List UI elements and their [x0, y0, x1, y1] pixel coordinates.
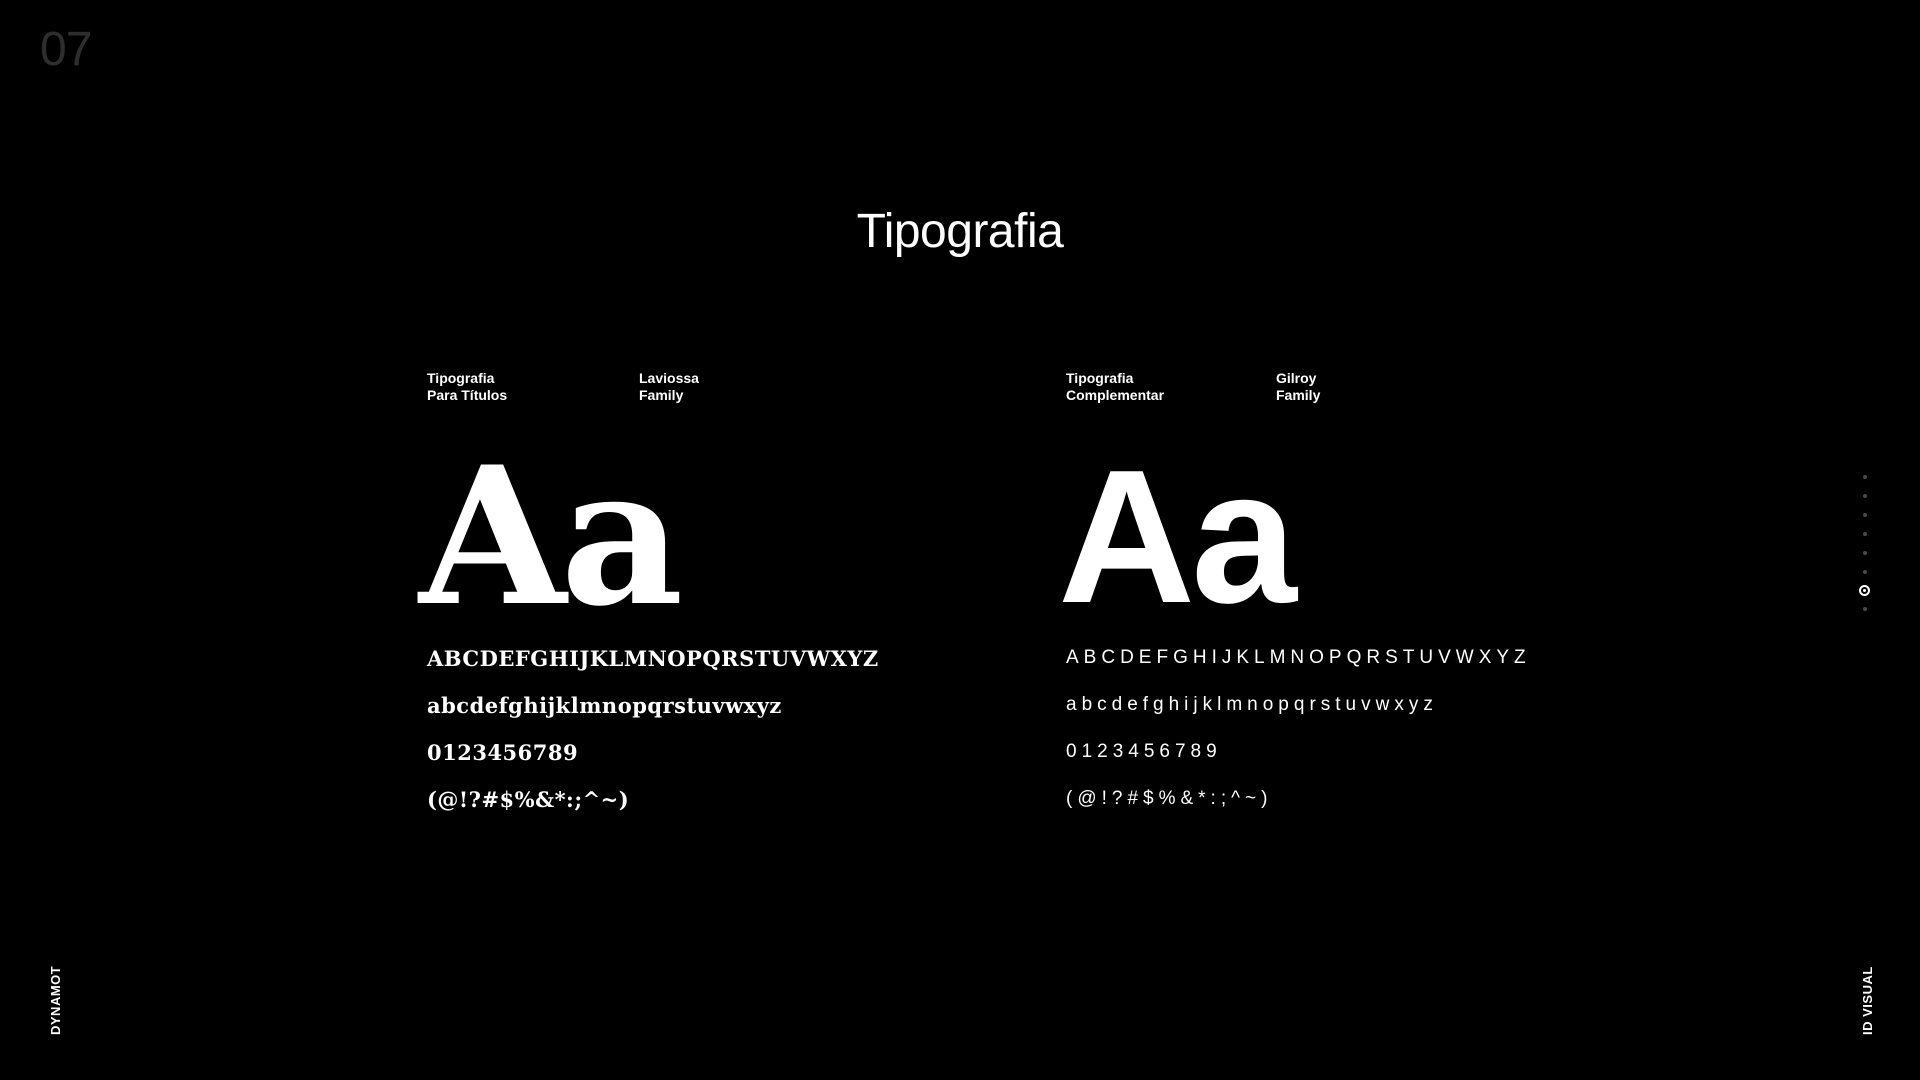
typeface-role-label: Tipografia Para Títulos [427, 370, 507, 404]
pagination-dot-active[interactable] [1859, 585, 1870, 596]
pagination-dot[interactable] [1862, 570, 1867, 574]
section-side-label: ID VISUAL [1860, 966, 1875, 1035]
pagination-dot[interactable] [1862, 532, 1867, 536]
typeface-role-line1: Tipografia [427, 370, 495, 386]
typeface-family-line2: Family [639, 387, 684, 403]
page-number: 07 [40, 23, 92, 76]
pagination-dot[interactable] [1862, 475, 1867, 479]
lowercase-glyphs: abcdefghijklmnopqrstuvwxyz [1066, 694, 1438, 715]
typeface-specimen: Aa [1058, 431, 1297, 643]
uppercase-glyphs: ABCDEFGHIJKLMNOPQRSTUVWXYZ [1066, 647, 1531, 668]
pagination-dot[interactable] [1862, 494, 1867, 498]
page-title: Tipografia [856, 205, 1064, 259]
typeface-family-label: Laviossa Family [639, 370, 699, 404]
lowercase-glyphs: abcdefghijklmnopqrstuvwxyz [427, 693, 782, 718]
number-glyphs: 0123456789 [1066, 741, 1222, 762]
typeface-family-label: Gilroy Family [1276, 370, 1320, 404]
typeface-role-label: Tipografia Complementar [1066, 370, 1164, 404]
typeface-family-line2: Family [1276, 387, 1321, 403]
typeface-family-line1: Gilroy [1276, 370, 1317, 386]
typeface-family-line1: Laviossa [639, 370, 699, 386]
complementary-typeface-column: Tipografia Complementar Gilroy Family Aa… [1058, 370, 1706, 830]
uppercase-glyphs: ABCDEFGHIJKLMNOPQRSTUVWXYZ [427, 646, 879, 671]
symbol-glyphs: (@!?#$%&*:;^~) [427, 787, 630, 812]
typeface-specimen: Aa [419, 425, 684, 648]
symbol-glyphs: (@!?#$%&*:;^~) [1066, 788, 1273, 809]
typeface-role-line2: Para Títulos [427, 387, 508, 403]
typeface-role-line1: Tipografia [1066, 370, 1134, 386]
pagination-dot[interactable] [1862, 513, 1867, 517]
pagination-dots [1859, 475, 1870, 626]
title-typeface-column: Tipografia Para Títulos Laviossa Family … [419, 370, 1067, 830]
brand-side-label: DYNAMOT [48, 965, 63, 1035]
typeface-role-line2: Complementar [1066, 387, 1165, 403]
number-glyphs: 0123456789 [427, 740, 579, 765]
pagination-dot[interactable] [1862, 607, 1867, 611]
pagination-dot[interactable] [1862, 551, 1867, 555]
